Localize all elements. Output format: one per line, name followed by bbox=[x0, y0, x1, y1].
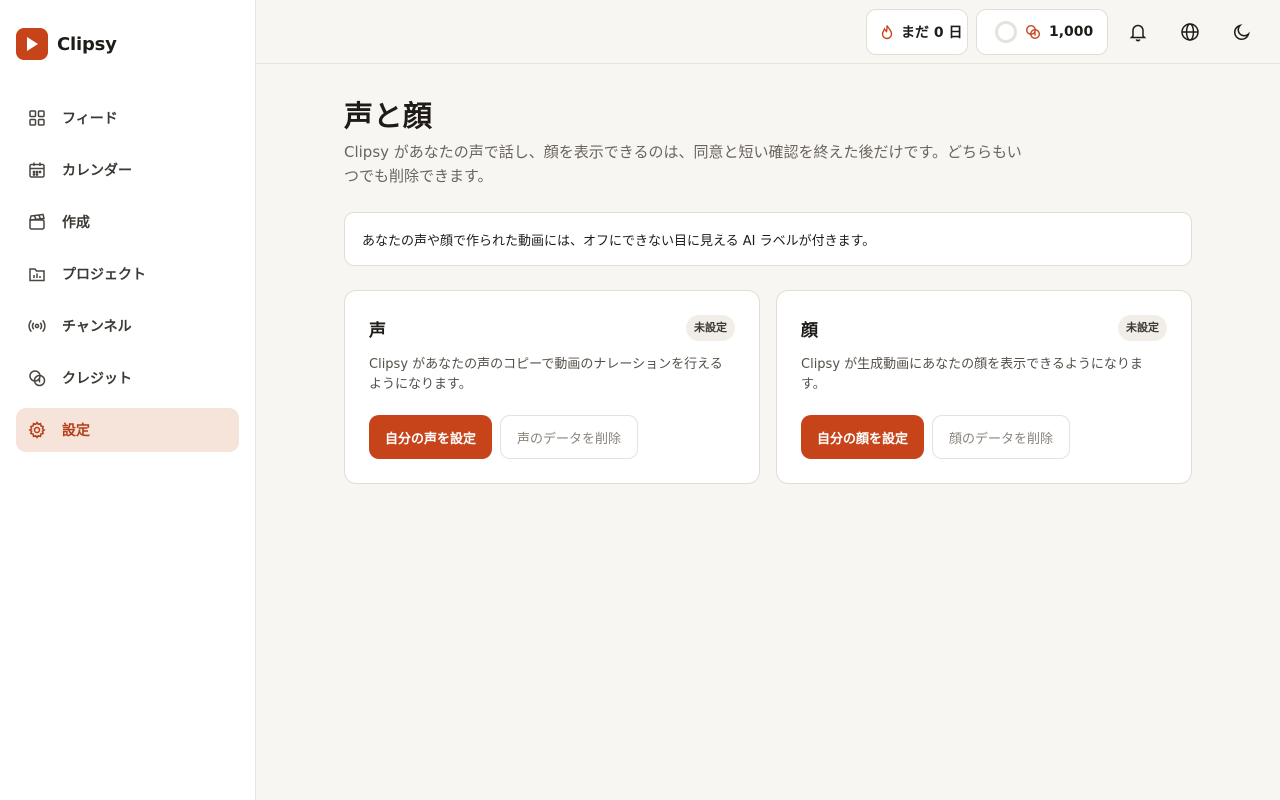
gear-icon bbox=[28, 421, 46, 439]
card-title: 顔 bbox=[801, 320, 818, 341]
notice-text: あなたの声や顔で作られた動画には、オフにできない目に見える AI ラベルが付きま… bbox=[362, 233, 876, 249]
app-name: Clipsy bbox=[57, 33, 117, 55]
sidebar-nav: フィード カレンダー 作成 プロジェクト チャンネル クレジット 設定 bbox=[16, 96, 239, 460]
page-subtitle: Clipsy があなたの声で話し、顔を表示できるのは、同意と短い確認を終えた後だ… bbox=[344, 143, 1022, 185]
sidebar-item-feed[interactable]: フィード bbox=[16, 96, 239, 140]
delete-voice-data-button[interactable]: 声のデータを削除 bbox=[500, 415, 639, 459]
sidebar-item-credits[interactable]: クレジット bbox=[16, 356, 239, 400]
flame-icon bbox=[880, 24, 894, 40]
sidebar-item-label: チャンネル bbox=[62, 319, 132, 335]
moon-icon[interactable] bbox=[1230, 20, 1254, 44]
credit-progress-ring bbox=[995, 21, 1017, 43]
streak-label: まだ 0 日 bbox=[901, 25, 963, 41]
broadcast-icon bbox=[28, 317, 46, 335]
sidebar: Clipsy フィード カレンダー 作成 プロジェクト チャンネル クレジット … bbox=[0, 0, 256, 800]
card-title: 声 bbox=[369, 320, 386, 341]
card-description: Clipsy が生成動画にあなたの顔を表示できるようになります。 bbox=[801, 357, 1143, 392]
sidebar-item-calendar[interactable]: カレンダー bbox=[16, 148, 239, 192]
calendar-icon bbox=[28, 161, 46, 179]
play-logo-icon bbox=[16, 28, 48, 60]
main-content: 声と顔 Clipsy があなたの声で話し、顔を表示できるのは、同意と短い確認を終… bbox=[344, 96, 1192, 484]
credits-pill[interactable]: 1,000 bbox=[976, 9, 1108, 55]
sidebar-item-label: プロジェクト bbox=[62, 267, 146, 283]
voice-card: 声 未設定 Clipsy があなたの声のコピーで動画のナレーションを行えるように… bbox=[344, 290, 760, 484]
card-description: Clipsy があなたの声のコピーで動画のナレーションを行えるようになります。 bbox=[369, 357, 723, 392]
sidebar-item-label: カレンダー bbox=[62, 163, 132, 179]
coins-icon bbox=[1025, 24, 1041, 40]
sidebar-item-channels[interactable]: チャンネル bbox=[16, 304, 239, 348]
sidebar-item-label: クレジット bbox=[62, 371, 132, 387]
clapperboard-icon bbox=[28, 213, 46, 231]
grid-icon bbox=[28, 109, 46, 127]
sidebar-item-label: フィード bbox=[62, 111, 118, 127]
setup-voice-button[interactable]: 自分の声を設定 bbox=[369, 415, 493, 459]
coins-icon bbox=[28, 369, 46, 387]
ai-label-notice: あなたの声や顔で作られた動画には、オフにできない目に見える AI ラベルが付きま… bbox=[344, 212, 1192, 266]
sidebar-item-create[interactable]: 作成 bbox=[16, 200, 239, 244]
sidebar-item-label: 設定 bbox=[62, 423, 90, 439]
app-logo[interactable]: Clipsy bbox=[16, 28, 117, 60]
sidebar-item-settings[interactable]: 設定 bbox=[16, 408, 239, 452]
cards-row: 声 未設定 Clipsy があなたの声のコピーで動画のナレーションを行えるように… bbox=[344, 290, 1192, 484]
bell-icon[interactable] bbox=[1126, 20, 1150, 44]
sidebar-item-label: 作成 bbox=[62, 215, 90, 231]
top-bar: まだ 0 日 1,000 bbox=[256, 0, 1280, 64]
page-title: 声と顔 bbox=[344, 99, 433, 133]
setup-face-button[interactable]: 自分の顔を設定 bbox=[801, 415, 925, 459]
streak-pill[interactable]: まだ 0 日 bbox=[866, 9, 968, 55]
status-badge: 未設定 bbox=[686, 315, 735, 341]
globe-icon[interactable] bbox=[1178, 20, 1202, 44]
delete-face-data-button[interactable]: 顔のデータを削除 bbox=[932, 415, 1071, 459]
face-card: 顔 未設定 Clipsy が生成動画にあなたの顔を表示できるようになります。 自… bbox=[776, 290, 1192, 484]
sidebar-item-projects[interactable]: プロジェクト bbox=[16, 252, 239, 296]
status-badge: 未設定 bbox=[1118, 315, 1167, 341]
credits-balance: 1,000 bbox=[1049, 24, 1094, 40]
folder-chart-icon bbox=[28, 265, 46, 283]
